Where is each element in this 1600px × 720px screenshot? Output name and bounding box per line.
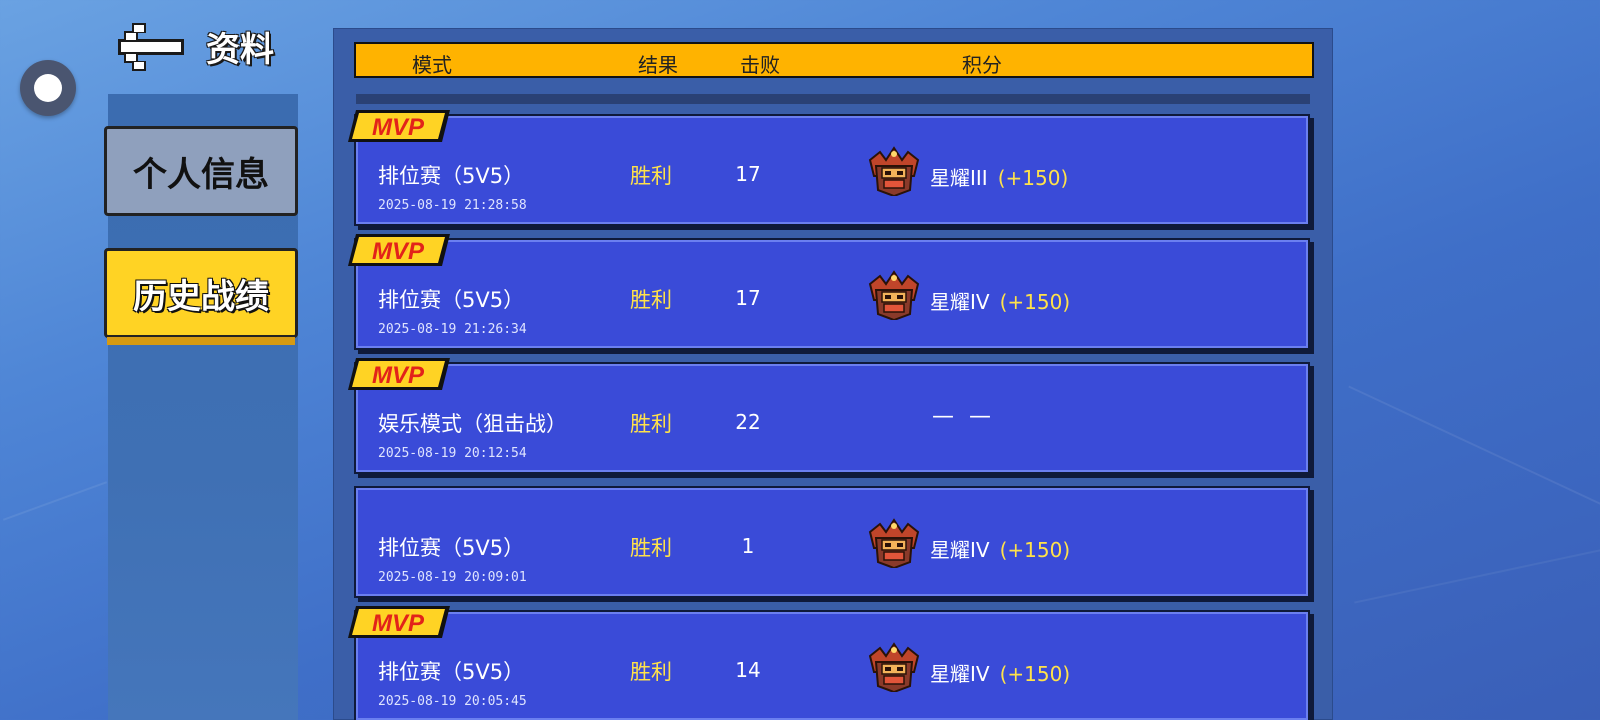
back-button[interactable] [118, 20, 186, 74]
svg-text:MVP: MVP [372, 238, 425, 265]
tab-personal-info[interactable]: 个人信息 [104, 126, 298, 216]
rank-name: 星耀IV [930, 662, 990, 686]
column-header-score: 积分 [962, 53, 1002, 77]
rank-points: (+150) [999, 290, 1071, 314]
rank-name: 星耀IV [930, 538, 990, 562]
match-result: 胜利 [630, 536, 672, 560]
match-kills: 17 [735, 286, 761, 310]
background-decoration [2, 481, 108, 521]
match-mode: 排位赛（5V5） [378, 288, 525, 312]
match-mode: 排位赛（5V5） [378, 536, 525, 560]
column-header-mode: 模式 [412, 53, 452, 77]
match-result: 胜利 [630, 660, 672, 684]
match-time: 2025-08-19 20:09:01 [378, 570, 527, 585]
rank-name: 星耀III [930, 166, 988, 190]
background-decoration [1348, 385, 1600, 557]
header-divider [356, 94, 1310, 104]
mvp-badge: MVP [346, 108, 452, 144]
match-row[interactable]: 排位赛（5V5） 2025-08-19 21:26:34 胜利 17 星耀IV (… [354, 238, 1310, 350]
column-header-result: 结果 [638, 53, 678, 77]
rank-points: (+150) [999, 538, 1071, 562]
svg-text:MVP: MVP [372, 362, 425, 389]
match-result: 胜利 [630, 288, 672, 312]
match-rank: 星耀III (+150) [930, 162, 1068, 191]
no-score-placeholder: — — [932, 404, 995, 429]
rank-crown-icon [866, 270, 922, 322]
match-result: 胜利 [630, 412, 672, 436]
tab-match-history-label: 历史战绩 [133, 276, 269, 317]
match-rank: 星耀IV (+150) [930, 286, 1070, 315]
match-row[interactable]: 排位赛（5V5） 2025-08-19 21:28:58 胜利 17 星耀III… [354, 114, 1310, 226]
match-time: 2025-08-19 20:05:45 [378, 694, 527, 709]
svg-text:MVP: MVP [372, 114, 425, 141]
rank-crown-icon [866, 146, 922, 198]
back-arrow-icon [118, 23, 184, 71]
match-rank: 星耀IV (+150) [930, 534, 1070, 563]
rank-name: 星耀IV [930, 290, 990, 314]
match-row[interactable]: 娱乐模式（狙击战） 2025-08-19 20:12:54 胜利 22 — — [354, 362, 1310, 474]
match-kills: 22 [735, 410, 761, 434]
mvp-badge: MVP [346, 604, 452, 640]
mvp-badge: MVP [346, 356, 452, 392]
tab-match-history[interactable]: 历史战绩 [104, 248, 298, 345]
rank-crown-icon [866, 642, 922, 694]
match-rank: 星耀IV (+150) [930, 658, 1070, 687]
rank-points: (+150) [999, 662, 1071, 686]
match-kills: 14 [735, 658, 761, 682]
page-title: 资料 [206, 30, 274, 70]
match-mode: 娱乐模式（狙击战） [378, 412, 567, 436]
match-kills: 17 [735, 162, 761, 186]
match-mode: 排位赛（5V5） [378, 660, 525, 684]
tab-personal-info-label: 个人信息 [133, 154, 269, 195]
match-row[interactable]: 排位赛（5V5） 2025-08-19 20:05:45 胜利 14 星耀IV (… [354, 610, 1310, 720]
match-kills: 1 [741, 534, 755, 558]
table-header: 模式 结果 击败 积分 [354, 42, 1314, 78]
floating-assist-button[interactable] [20, 60, 76, 116]
match-time: 2025-08-19 21:26:34 [378, 322, 527, 337]
svg-text:MVP: MVP [372, 610, 425, 637]
match-time: 2025-08-19 20:12:54 [378, 446, 527, 461]
match-mode: 排位赛（5V5） [378, 164, 525, 188]
mvp-badge: MVP [346, 232, 452, 268]
rank-points: (+150) [997, 166, 1069, 190]
rank-crown-icon [866, 518, 922, 570]
floating-dot-icon [34, 74, 62, 102]
column-header-kills: 击败 [740, 53, 780, 77]
match-time: 2025-08-19 21:28:58 [378, 198, 527, 213]
match-row[interactable]: 排位赛（5V5） 2025-08-19 20:09:01 胜利 1 星耀IV (+… [354, 486, 1310, 598]
background-decoration [1354, 518, 1600, 604]
match-result: 胜利 [630, 164, 672, 188]
